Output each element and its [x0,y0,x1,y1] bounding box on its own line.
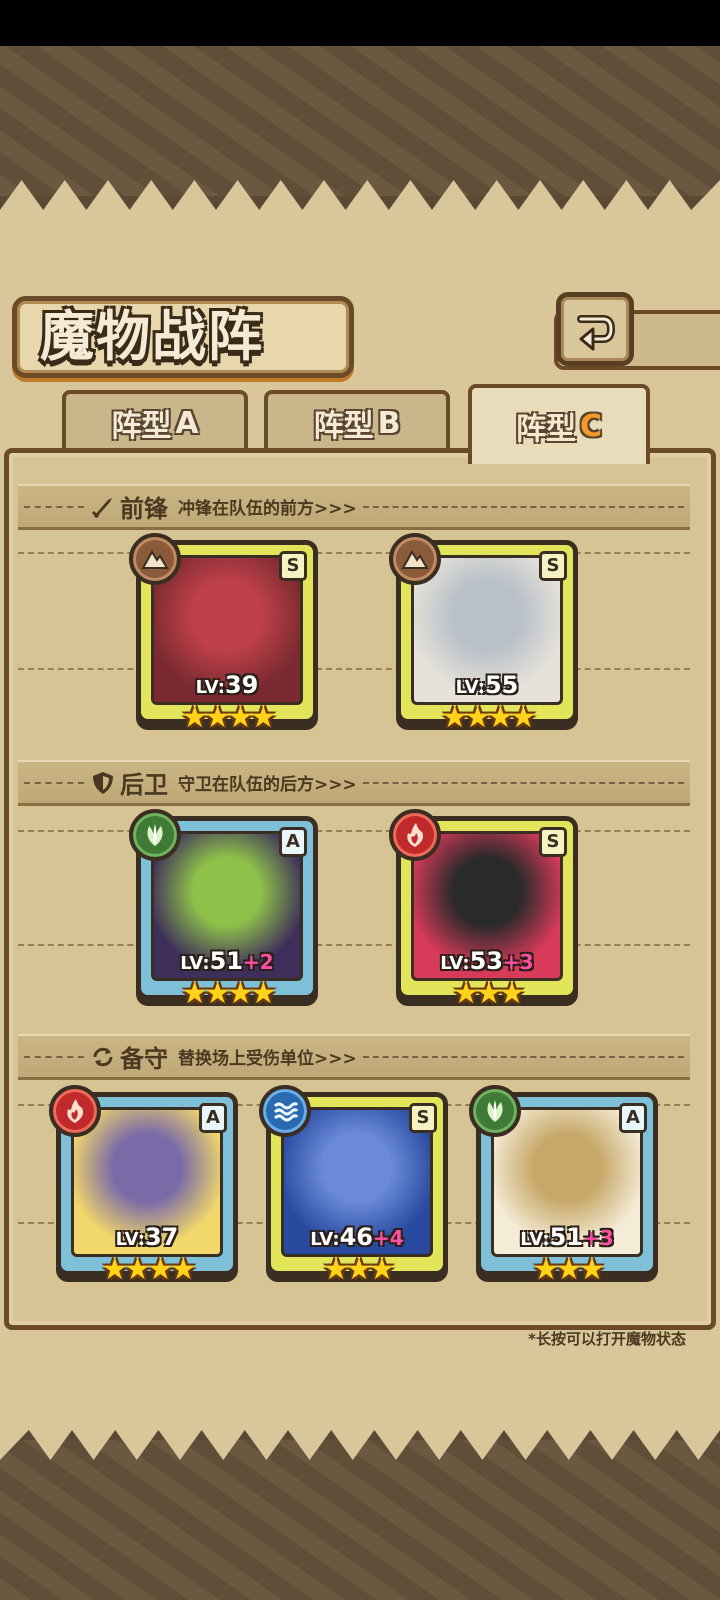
level-label: LV:53+3 [401,947,573,975]
sword-icon [91,497,112,518]
level-value: 39 [224,671,259,699]
level-prefix: LV: [115,1229,145,1250]
level-label: LV:46+4 [271,1223,443,1251]
level-label: LV:37 [61,1223,233,1251]
star-rating: ★★★ [452,976,526,1011]
back-button[interactable] [556,292,634,366]
tab-letter: A [175,405,199,441]
wood-background-top [0,46,720,196]
monster-card[interactable]: A LV:51+2 ★★★★ [129,809,318,1011]
section-header-front: 前锋 冲锋在队伍的前方>>> [18,484,690,530]
rank-badge: A [279,827,307,857]
section-desc-reserve: 替换场上受伤单位>>> [178,1049,357,1069]
water-element-icon [259,1085,311,1137]
level-prefix: LV: [440,953,470,974]
leaf-element-icon [469,1085,521,1137]
rank-badge: A [199,1103,227,1133]
level-bonus: +3 [503,950,534,974]
wood-background-bottom [0,1440,720,1600]
section-title-front: 前锋 [120,494,168,523]
tab-label: 阵型 [515,412,576,447]
tab-formation-b[interactable]: 阵型 B [264,390,450,452]
level-label: LV:39 [141,671,313,699]
monster-card[interactable]: A LV:51+3 ★★★ [469,1085,658,1287]
level-value: 51 [209,947,244,975]
star-rating: ★★★★ [181,976,277,1011]
level-value: 37 [144,1223,179,1251]
rank-badge: S [539,551,567,581]
tab-label: 阵型 [111,409,172,444]
footnote-hint: *长按可以打开魔物状态 [528,1330,686,1348]
tab-letter: C [579,408,603,444]
monster-card[interactable]: S LV:55 ★★★★ [389,533,578,735]
rank-badge: S [539,827,567,857]
section-desc-back: 守卫在队伍的后方>>> [178,775,357,795]
star-rating: ★★★★ [181,700,277,735]
status-bar [0,0,720,46]
section-title-back: 后卫 [120,770,168,799]
tab-formation-a[interactable]: 阵型 A [62,390,248,452]
level-bonus: +2 [243,950,274,974]
earth-element-icon [129,533,181,585]
fire-element-icon [389,809,441,861]
rank-badge: S [409,1103,437,1133]
monster-card[interactable]: S LV:53+3 ★★★ [389,809,578,1011]
level-value: 51 [549,1223,584,1251]
level-value: 46 [339,1223,374,1251]
swap-icon [93,1047,113,1066]
section-header-reserve: 备守 替换场上受伤单位>>> [18,1034,690,1080]
monster-card[interactable]: A LV:37 ★★★★ [49,1085,238,1287]
star-rating: ★★★★ [101,1252,197,1287]
level-prefix: LV: [195,677,225,698]
level-label: LV:51+2 [141,947,313,975]
level-bonus: +3 [583,1226,614,1250]
shield-icon [93,771,113,794]
earth-element-icon [389,533,441,585]
level-prefix: LV: [180,953,210,974]
level-label: LV:51+3 [481,1223,653,1251]
page-title: 魔物战阵 [40,305,264,368]
level-label: LV:55 [401,671,573,699]
level-value: 53 [469,947,504,975]
section-header-back: 后卫 守卫在队伍的后方>>> [18,760,690,806]
level-prefix: LV: [520,1229,550,1250]
level-bonus: +4 [373,1226,404,1250]
level-prefix: LV: [455,677,485,698]
rank-badge: A [619,1103,647,1133]
tab-letter: B [377,405,401,441]
section-title-reserve: 备守 [120,1044,168,1073]
monster-card[interactable]: S LV:39 ★★★★ [129,533,318,735]
star-rating: ★★★★ [441,700,537,735]
star-rating: ★★★ [532,1252,606,1287]
star-rating: ★★★ [322,1252,396,1287]
tab-formation-c[interactable]: 阵型 C [468,384,650,464]
return-arrow-icon [577,315,616,351]
rank-badge: S [279,551,307,581]
fire-element-icon [49,1085,101,1137]
tab-label: 阵型 [313,409,374,444]
monster-card[interactable]: S LV:46+4 ★★★ [259,1085,448,1287]
level-prefix: LV: [310,1229,340,1250]
level-value: 55 [484,671,519,699]
leaf-element-icon [129,809,181,861]
section-desc-front: 冲锋在队伍的前方>>> [178,499,357,519]
